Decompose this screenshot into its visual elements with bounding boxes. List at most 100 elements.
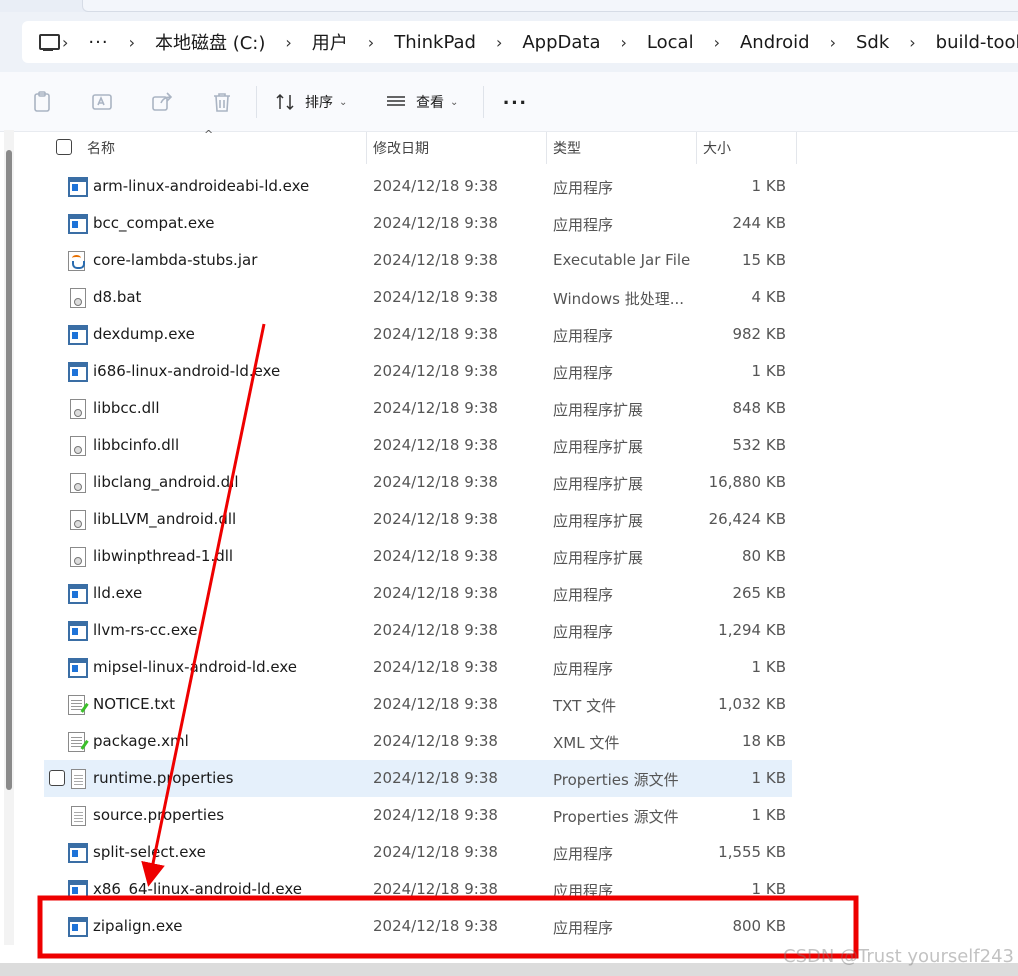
command-bar: 排序 ⌄ 查看 ⌄ ··· <box>0 72 1018 132</box>
file-row[interactable]: mipsel-linux-android-ld.exe 2024/12/18 9… <box>44 649 792 686</box>
address-bar[interactable]: › ··· › 本地磁盘 (C:) › 用户 › ThinkPad › AppD… <box>22 21 1018 63</box>
column-header-type[interactable]: 类型 <box>553 138 581 158</box>
file-name: zipalign.exe <box>93 917 183 935</box>
file-date: 2024/12/18 9:38 <box>373 880 498 898</box>
chevron-right-icon[interactable]: › <box>62 33 68 52</box>
file-date: 2024/12/18 9:38 <box>373 399 498 417</box>
file-row[interactable]: x86_64-linux-android-ld.exe 2024/12/18 9… <box>44 871 792 908</box>
file-type: 应用程序 <box>553 327 614 345</box>
exe-icon <box>68 325 88 345</box>
column-divider[interactable] <box>546 132 547 164</box>
column-header-name[interactable]: 名称 <box>87 138 115 158</box>
file-row[interactable]: libbcinfo.dll 2024/12/18 9:38 应用程序扩展 532… <box>44 427 792 464</box>
file-size: 848 KB <box>732 399 786 417</box>
file-size: 982 KB <box>732 325 786 343</box>
sort-icon <box>276 93 294 111</box>
file-type: Windows 批处理... <box>553 290 685 308</box>
file-row[interactable]: libclang_android.dll 2024/12/18 9:38 应用程… <box>44 464 792 501</box>
file-row-hovered[interactable]: runtime.properties 2024/12/18 9:38 Prope… <box>44 760 792 797</box>
file-type: Executable Jar File <box>553 251 691 269</box>
chevron-right-icon[interactable]: › <box>285 33 291 52</box>
file-type: Properties 源文件 <box>553 808 679 826</box>
exe-icon <box>68 362 88 382</box>
chevron-right-icon[interactable]: › <box>621 33 627 52</box>
breadcrumb-local[interactable]: Local <box>647 32 694 53</box>
file-row-highlighted[interactable]: zipalign.exe 2024/12/18 9:38 应用程序 800 KB <box>44 908 792 945</box>
breadcrumb-c-drive[interactable]: 本地磁盘 (C:) <box>155 29 265 55</box>
file-date: 2024/12/18 9:38 <box>373 288 498 306</box>
file-row[interactable]: llvm-rs-cc.exe 2024/12/18 9:38 应用程序 1,29… <box>44 612 792 649</box>
file-size: 16,880 KB <box>708 473 786 491</box>
file-row[interactable]: bcc_compat.exe 2024/12/18 9:38 应用程序 244 … <box>44 205 792 242</box>
file-date: 2024/12/18 9:38 <box>373 177 498 195</box>
sort-button[interactable]: 排序 ⌄ <box>275 88 347 116</box>
paste-icon[interactable] <box>30 90 54 114</box>
file-name: libbcinfo.dll <box>93 436 180 454</box>
breadcrumb-android[interactable]: Android <box>740 32 810 53</box>
breadcrumb-build-tools[interactable]: build-tools <box>936 32 1018 53</box>
chevron-right-icon[interactable]: › <box>496 33 502 52</box>
file-row[interactable]: split-select.exe 2024/12/18 9:38 应用程序 1,… <box>44 834 792 871</box>
file-name: NOTICE.txt <box>93 695 175 713</box>
file-row[interactable]: core-lambda-stubs.jar 2024/12/18 9:38 Ex… <box>44 242 792 279</box>
chevron-right-icon[interactable]: › <box>714 33 720 52</box>
batch-icon <box>70 288 86 308</box>
chevron-down-icon: ⌄ <box>450 96 459 108</box>
select-all-checkbox[interactable] <box>56 139 72 155</box>
file-size: 1,555 KB <box>718 843 786 861</box>
chevron-down-icon: ⌄ <box>339 96 348 108</box>
file-name: core-lambda-stubs.jar <box>93 251 258 269</box>
exe-icon <box>68 214 88 234</box>
file-row[interactable]: NOTICE.txt 2024/12/18 9:38 TXT 文件 1,032 … <box>44 686 792 723</box>
file-date: 2024/12/18 9:38 <box>373 658 498 676</box>
column-divider[interactable] <box>796 132 797 164</box>
file-date: 2024/12/18 9:38 <box>373 917 498 935</box>
file-row[interactable]: package.xml 2024/12/18 9:38 XML 文件 18 KB <box>44 723 792 760</box>
more-options-button[interactable]: ··· <box>503 90 528 116</box>
file-row[interactable]: i686-linux-android-ld.exe 2024/12/18 9:3… <box>44 353 792 390</box>
file-row[interactable]: d8.bat 2024/12/18 9:38 Windows 批处理... 4 … <box>44 279 792 316</box>
file-name: package.xml <box>93 732 189 750</box>
exe-icon <box>68 917 88 937</box>
chevron-right-icon[interactable]: › <box>909 33 915 52</box>
scrollbar-thumb[interactable] <box>6 150 12 790</box>
file-date: 2024/12/18 9:38 <box>373 362 498 380</box>
breadcrumb-overflow[interactable]: ··· <box>88 32 108 53</box>
breadcrumb-appdata[interactable]: AppData <box>522 32 600 53</box>
rename-icon[interactable] <box>90 90 114 114</box>
column-divider[interactable] <box>696 132 697 164</box>
breadcrumb-thinkpad[interactable]: ThinkPad <box>394 32 476 53</box>
column-header-size[interactable]: 大小 <box>703 138 731 158</box>
file-row[interactable]: lld.exe 2024/12/18 9:38 应用程序 265 KB <box>44 575 792 612</box>
exe-icon <box>68 621 88 641</box>
file-date: 2024/12/18 9:38 <box>373 214 498 232</box>
file-row[interactable]: libLLVM_android.dll 2024/12/18 9:38 应用程序… <box>44 501 792 538</box>
properties-icon <box>71 806 86 826</box>
row-checkbox[interactable] <box>49 770 65 786</box>
column-divider[interactable] <box>366 132 367 164</box>
share-icon[interactable] <box>150 90 174 114</box>
file-row[interactable]: dexdump.exe 2024/12/18 9:38 应用程序 982 KB <box>44 316 792 353</box>
file-row[interactable]: arm-linux-androideabi-ld.exe 2024/12/18 … <box>44 168 792 205</box>
file-name: lld.exe <box>93 584 143 602</box>
watermark: CSDN @Trust yourself243 <box>783 946 1014 967</box>
delete-icon[interactable] <box>210 90 234 114</box>
file-date: 2024/12/18 9:38 <box>373 547 498 565</box>
column-header-date[interactable]: 修改日期 <box>373 138 429 158</box>
file-type: 应用程序 <box>553 919 614 937</box>
chevron-right-icon[interactable]: › <box>830 33 836 52</box>
file-size: 1 KB <box>751 177 786 195</box>
file-name: llvm-rs-cc.exe <box>93 621 198 639</box>
dll-icon <box>70 547 86 567</box>
chevron-right-icon[interactable]: › <box>368 33 374 52</box>
view-label: 查看 <box>416 95 444 111</box>
file-row[interactable]: source.properties 2024/12/18 9:38 Proper… <box>44 797 792 834</box>
view-button[interactable]: 查看 ⌄ <box>386 88 458 116</box>
file-size: 15 KB <box>742 251 786 269</box>
file-row[interactable]: libbcc.dll 2024/12/18 9:38 应用程序扩展 848 KB <box>44 390 792 427</box>
file-row[interactable]: libwinpthread-1.dll 2024/12/18 9:38 应用程序… <box>44 538 792 575</box>
file-name: x86_64-linux-android-ld.exe <box>93 880 303 898</box>
chevron-right-icon[interactable]: › <box>129 33 135 52</box>
breadcrumb-sdk[interactable]: Sdk <box>856 32 889 53</box>
breadcrumb-users[interactable]: 用户 <box>312 29 348 55</box>
